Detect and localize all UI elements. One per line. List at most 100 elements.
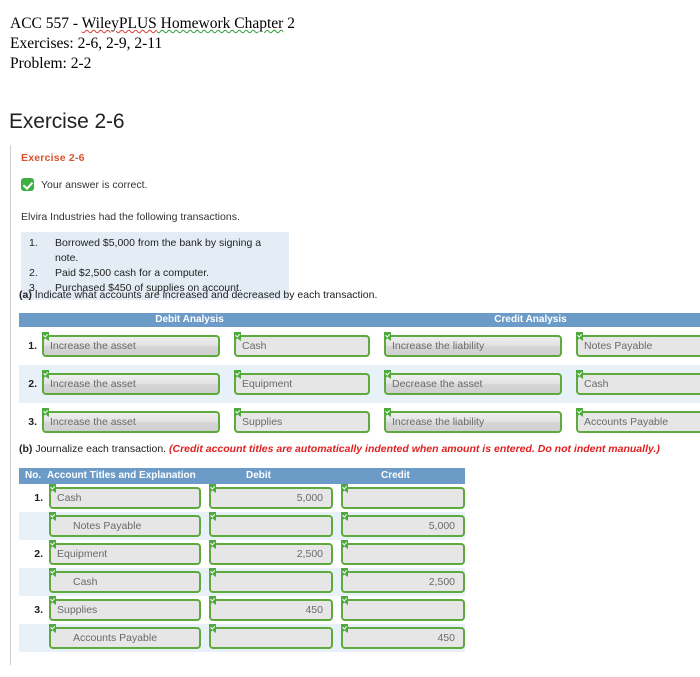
row-number: 1. — [34, 492, 43, 504]
table-row: 3. Supplies 450 — [19, 596, 465, 624]
table-row: 2. Equipment 2,500 — [19, 540, 465, 568]
part-a-prompt: (a) Indicate what accounts are increased… — [19, 289, 377, 301]
answer-status-text: Your answer is correct. — [41, 178, 148, 191]
account-title-input[interactable]: Cash — [49, 487, 201, 509]
account-input-wrap: Equipment — [49, 540, 201, 565]
credit-account-input[interactable]: Notes Payable — [576, 335, 700, 357]
table-row: Cash 2,500 — [19, 568, 465, 596]
account-title-input[interactable]: Accounts Payable — [49, 627, 201, 649]
credit-amount-wrap — [341, 484, 465, 509]
row-number: 3. — [28, 416, 37, 428]
credit-account-input[interactable]: Accounts Payable — [576, 411, 700, 433]
credit-amount-wrap: 2,500 — [341, 568, 465, 593]
credit-amount-input[interactable]: 5,000 — [341, 515, 465, 537]
answer-status: Your answer is correct. — [21, 178, 147, 191]
account-input-wrap: Cash — [49, 484, 201, 509]
column-header-debit: Debit — [246, 470, 271, 481]
heading-chapter-number: 2 — [283, 15, 295, 32]
part-b-text: Journalize each transaction. — [32, 443, 169, 455]
debit-effect-select[interactable]: Increase the asset — [42, 335, 220, 357]
credit-effect-select[interactable]: Increase the liability — [384, 335, 562, 357]
account-title-input[interactable]: Notes Payable — [49, 515, 201, 537]
column-header-debit-analysis: Debit Analysis — [155, 314, 224, 325]
account-input-wrap: Accounts Payable — [49, 624, 201, 649]
debit-amount-input[interactable]: 450 — [209, 599, 333, 621]
list-item: 2. Paid $2,500 cash for a computer. — [21, 266, 289, 281]
debit-effect-select[interactable]: Increase the asset — [42, 411, 220, 433]
credit-effect-select-wrap: Decrease the asset — [384, 370, 562, 395]
credit-amount-wrap — [341, 540, 465, 565]
credit-effect-select[interactable]: Decrease the asset — [384, 373, 562, 395]
account-title-input[interactable]: Cash — [49, 571, 201, 593]
debit-account-input-wrap: Equipment — [234, 370, 370, 395]
debit-amount-wrap: 2,500 — [209, 540, 333, 565]
debit-amount-input[interactable]: 5,000 — [209, 487, 333, 509]
debit-amount-wrap — [209, 568, 333, 593]
table-row: Accounts Payable 450 — [19, 624, 465, 652]
debit-amount-input[interactable] — [209, 627, 333, 649]
debit-amount-input[interactable] — [209, 515, 333, 537]
analysis-rows: 1. Increase the asset Cash Increase the … — [19, 327, 700, 441]
row-number: 1. — [28, 340, 37, 352]
document-heading: ACC 557 - WileyPLUS Homework Chapter 2 E… — [10, 14, 295, 74]
part-a-text: Indicate what accounts are increased and… — [31, 289, 378, 301]
heading-line-2: Exercises: 2-6, 2-9, 2-11 — [10, 35, 163, 52]
transaction-text: Borrowed $5,000 from the bank by signing… — [55, 237, 262, 264]
journal-rows: 1. Cash 5,000 Notes Payable 5,000 2. Equ… — [19, 484, 465, 652]
debit-amount-input[interactable]: 2,500 — [209, 543, 333, 565]
exercise-panel: Exercise 2-6 Your answer is correct. Elv… — [10, 145, 700, 665]
debit-account-input[interactable]: Supplies — [234, 411, 370, 433]
row-number: 3. — [34, 604, 43, 616]
page-title: Exercise 2-6 — [9, 110, 125, 133]
table-row: 3. Increase the asset Supplies Increase … — [19, 403, 700, 441]
credit-amount-input[interactable] — [341, 487, 465, 509]
debit-effect-select[interactable]: Increase the asset — [42, 373, 220, 395]
exercise-label: Exercise 2-6 — [21, 152, 85, 164]
debit-effect-select-wrap: Increase the asset — [42, 332, 220, 357]
debit-effect-select-wrap: Increase the asset — [42, 370, 220, 395]
debit-amount-wrap — [209, 512, 333, 537]
debit-account-input-wrap: Supplies — [234, 408, 370, 433]
credit-amount-input[interactable]: 450 — [341, 627, 465, 649]
debit-account-input[interactable]: Cash — [234, 335, 370, 357]
account-input-wrap: Cash — [49, 568, 201, 593]
debit-account-input-wrap: Cash — [234, 332, 370, 357]
credit-amount-wrap: 5,000 — [341, 512, 465, 537]
account-title-input[interactable]: Supplies — [49, 599, 201, 621]
part-b-prefix: (b) — [19, 443, 33, 455]
column-header-account: Account Titles and Explanation — [47, 470, 196, 481]
debit-amount-wrap: 5,000 — [209, 484, 333, 509]
table-row: 1. Increase the asset Cash Increase the … — [19, 327, 700, 365]
account-input-wrap: Notes Payable — [49, 512, 201, 537]
heading-line-3: Problem: 2-2 — [10, 55, 92, 72]
heading-wileyplus: WileyPLUS — [81, 15, 157, 32]
column-header-no: No. — [25, 470, 42, 481]
row-number: 2. — [34, 548, 43, 560]
journal-header-row: No. Account Titles and Explanation Debit… — [19, 468, 465, 484]
exercise-intro: Elvira Industries had the following tran… — [21, 211, 240, 223]
credit-effect-select[interactable]: Increase the liability — [384, 411, 562, 433]
debit-amount-wrap: 450 — [209, 596, 333, 621]
heading-course: ACC 557 - — [10, 15, 82, 32]
account-input-wrap: Supplies — [49, 596, 201, 621]
credit-effect-select-wrap: Increase the liability — [384, 408, 562, 433]
debit-amount-wrap — [209, 624, 333, 649]
debit-account-input[interactable]: Equipment — [234, 373, 370, 395]
credit-amount-input[interactable] — [341, 543, 465, 565]
credit-amount-input[interactable] — [341, 599, 465, 621]
debit-amount-input[interactable] — [209, 571, 333, 593]
transaction-number: 2. — [29, 267, 38, 279]
credit-effect-select-wrap: Increase the liability — [384, 332, 562, 357]
column-header-credit-analysis: Credit Analysis — [494, 314, 567, 325]
credit-account-input-wrap: Accounts Payable — [576, 408, 700, 433]
transaction-number: 1. — [29, 237, 38, 249]
debit-effect-select-wrap: Increase the asset — [42, 408, 220, 433]
transaction-text: Paid $2,500 cash for a computer. — [55, 267, 210, 279]
part-b-note: (Credit account titles are automatically… — [169, 443, 660, 455]
credit-amount-input[interactable]: 2,500 — [341, 571, 465, 593]
part-a-prefix: (a) — [19, 289, 32, 301]
heading-line-1: ACC 557 - WileyPLUS Homework Chapter 2 — [10, 14, 295, 34]
part-b-prompt: (b) Journalize each transaction. (Credit… — [19, 443, 660, 455]
account-title-input[interactable]: Equipment — [49, 543, 201, 565]
credit-account-input[interactable]: Cash — [576, 373, 700, 395]
